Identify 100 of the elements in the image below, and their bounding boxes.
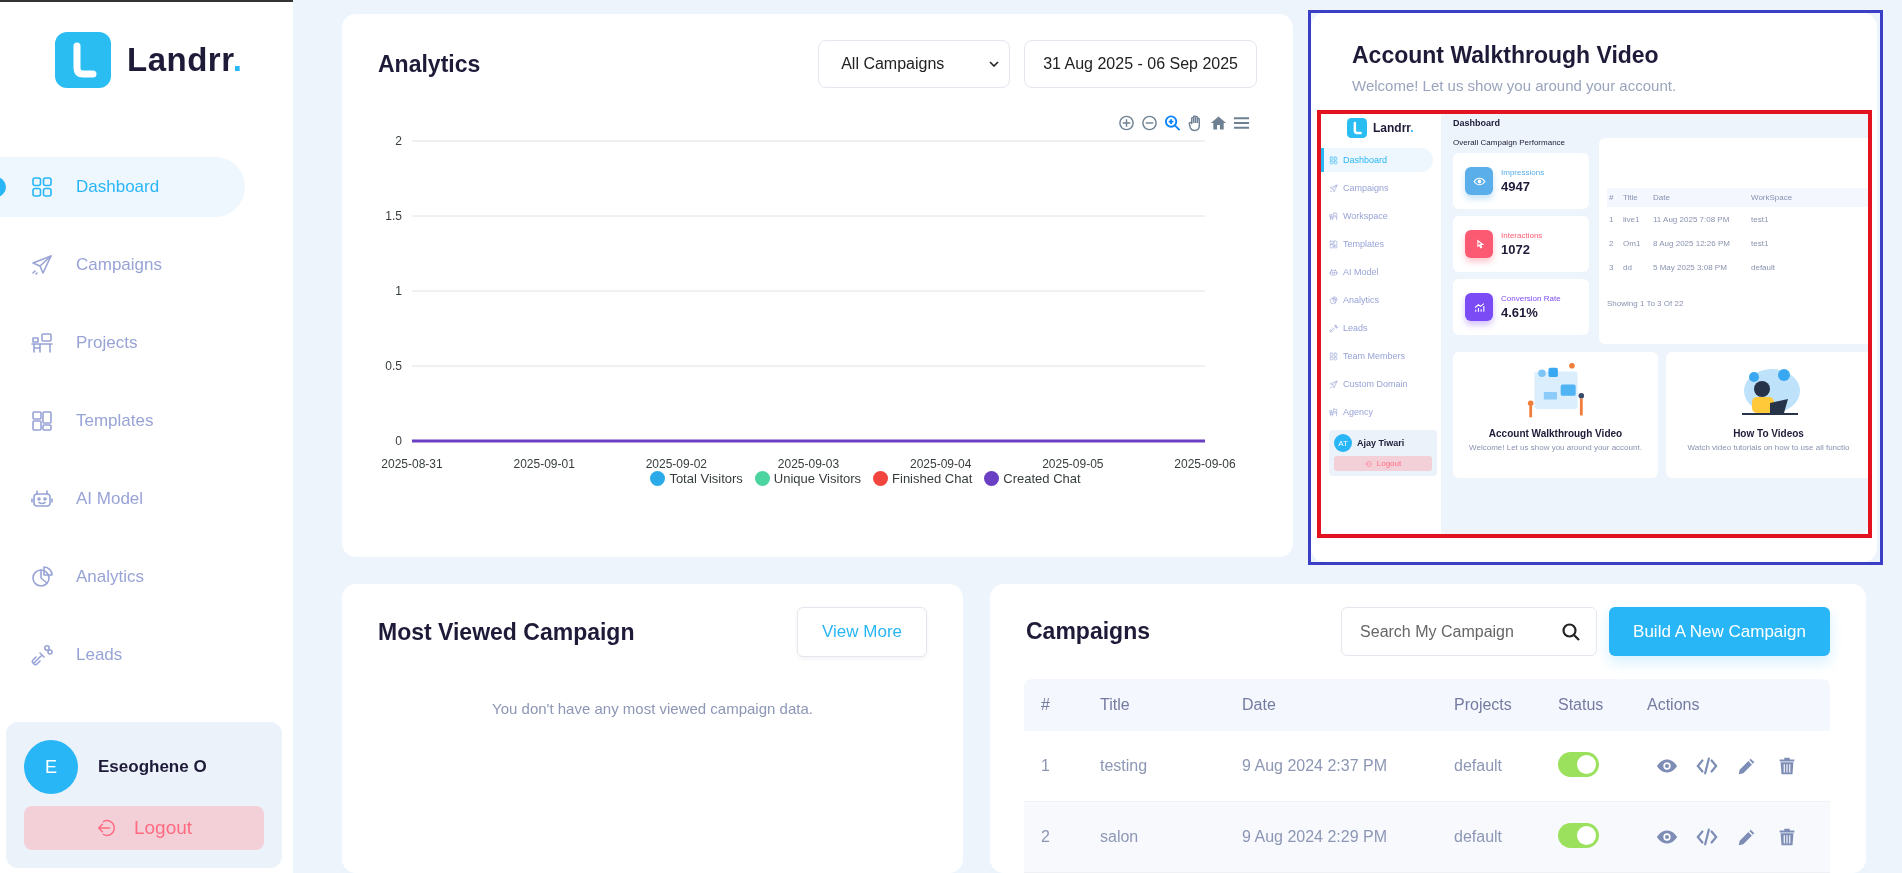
table-cell-text: Om1 <box>1622 238 1642 248</box>
paper-plane-icon <box>1329 379 1338 389</box>
legend-item[interactable]: Total Visitors <box>650 471 743 486</box>
menu-icon[interactable] <box>1233 114 1250 132</box>
stat-value: 1072 <box>1501 242 1531 257</box>
logout-icon <box>1364 459 1373 468</box>
column-header: Title <box>1622 193 1639 202</box>
table-cell-text: testing <box>1100 757 1149 775</box>
table-cell-text: 9 Aug 2024 2:29 PM <box>1242 828 1388 846</box>
y-tick-label: 2 <box>395 134 402 148</box>
view-more-button[interactable]: View More <box>797 607 927 657</box>
nav-item[interactable]: Templates <box>1321 232 1433 256</box>
empty-message: You don't have any most viewed campaign data. <box>491 700 814 717</box>
code-icon[interactable] <box>1695 755 1719 777</box>
nav-item[interactable]: Dashboard <box>1321 148 1433 172</box>
table-cell-text: dd <box>1622 262 1633 272</box>
home-icon[interactable] <box>1210 114 1227 132</box>
table-cell-text: 2 <box>1608 238 1615 248</box>
column-header: Status <box>1558 696 1605 714</box>
nav-item[interactable]: Leads <box>0 625 245 685</box>
nav-item[interactable]: Custom Domain <box>1321 372 1433 396</box>
nav-item[interactable]: Projects <box>0 313 245 373</box>
date-range-field[interactable]: 31 Aug 2025 - 06 Sep 2025 <box>1024 40 1257 88</box>
nav-item[interactable]: Templates <box>0 391 245 451</box>
search-icon[interactable] <box>1561 622 1582 642</box>
nav-item[interactable]: Analytics <box>0 547 245 607</box>
video-card[interactable]: Account Walkthrough Video Welcome! Let us show you around your account. <box>1453 352 1658 478</box>
nav-item[interactable]: Team Members <box>1321 344 1433 368</box>
zoom-in-icon[interactable] <box>1118 114 1135 132</box>
nav-item[interactable]: AI Model <box>1321 260 1433 284</box>
nav-item[interactable]: Campaigns <box>1321 176 1433 200</box>
x-tick-label: 2025-09-02 <box>645 457 708 471</box>
logo-text: Landrr. <box>1373 121 1414 135</box>
avatar: AT <box>1334 434 1352 452</box>
legend-item[interactable]: Unique Visitors <box>754 471 862 486</box>
x-tick-label: 2025-09-04 <box>909 457 972 471</box>
paper-plane-icon <box>1329 183 1338 193</box>
y-tick-label: 0 <box>395 434 402 448</box>
build-campaign-button[interactable]: Build A New Campaign <box>1609 607 1830 656</box>
card-subtitle: Welcome! Let us show you around your account. <box>1351 77 1678 94</box>
table-cell-text: 5 May 2025 3:08 PM <box>1652 262 1728 272</box>
x-tick-label: 2025-09-01 <box>513 457 575 471</box>
column-header: # <box>1608 193 1615 202</box>
table-cell-text: 3 <box>1608 262 1615 272</box>
nav-item[interactable]: Leads <box>1321 316 1433 340</box>
nav-item[interactable]: AI Model <box>0 469 245 529</box>
card-title: How To Videos <box>1733 428 1804 439</box>
grid-icon <box>1329 155 1338 165</box>
nav-item[interactable]: Workspace <box>1321 204 1433 228</box>
table-cell-text: default <box>1454 757 1504 775</box>
search-field[interactable]: Search My Campaign <box>1341 607 1598 656</box>
card-title: Campaigns <box>1026 618 1150 645</box>
nav-item[interactable]: Analytics <box>1321 288 1433 312</box>
x-tick-label: 2025-09-06 <box>1174 457 1236 471</box>
campaign-select[interactable]: All Campaigns <box>818 40 1011 88</box>
desk-icon <box>30 331 54 355</box>
code-icon[interactable] <box>1695 826 1719 848</box>
status-toggle[interactable] <box>1558 751 1599 777</box>
layout-icon <box>1329 239 1338 249</box>
card-title: Account Walkthrough Video <box>1488 428 1623 439</box>
nav-item[interactable]: Agency <box>1321 400 1433 424</box>
legend-item[interactable]: Created Chat <box>984 471 1081 486</box>
table-cell-text: 1 <box>1608 214 1615 224</box>
table-cell-text: live1 <box>1622 214 1641 224</box>
x-tick-label: 2025-09-05 <box>1042 457 1104 471</box>
user-name: Ajay Tiwari <box>1357 438 1405 448</box>
desk-icon <box>1329 407 1338 417</box>
nav-item[interactable]: Dashboard <box>0 157 245 217</box>
logo-icon <box>55 32 111 88</box>
logout-button[interactable]: Logout <box>24 806 264 850</box>
bar-chart-icon <box>1472 300 1486 314</box>
magnet-icon <box>1329 323 1338 333</box>
nav-item[interactable]: Campaigns <box>0 235 245 295</box>
legend-item[interactable]: Finished Chat <box>873 471 973 486</box>
table-cell-text: default <box>1750 262 1777 272</box>
video-card[interactable]: How To Videos Watch video tutorials on how to use all functio <box>1666 352 1868 478</box>
y-tick-label: 0.5 <box>385 359 402 373</box>
table-footer: Showing 1 To 3 Of 22 <box>1607 299 1868 308</box>
zoom-out-icon[interactable] <box>1141 114 1158 132</box>
stat-label: Conversion Rate <box>1501 294 1561 303</box>
status-toggle[interactable] <box>1558 822 1599 848</box>
stat-value: 4.61% <box>1501 305 1539 320</box>
magnifier-icon[interactable] <box>1164 114 1181 132</box>
card-subtitle: Welcome! Let us show you around your account. <box>1469 443 1642 452</box>
table-cell-text: 2 <box>1041 828 1051 846</box>
card-subtitle: Watch video tutorials on how to use all functio <box>1687 443 1850 452</box>
table-cell-text: default <box>1454 828 1504 846</box>
table-cell-text: 9 Aug 2024 2:37 PM <box>1242 757 1388 775</box>
x-tick-label: 2025-08-31 <box>381 457 443 471</box>
logout-button[interactable]: Logout <box>1334 456 1432 471</box>
avatar: E <box>24 740 78 794</box>
logout-icon <box>95 817 118 839</box>
section-title: Overall Campaign Performance <box>1453 138 1567 147</box>
column-header: Date <box>1242 696 1277 714</box>
stat-label: Interactions <box>1501 231 1543 240</box>
table-cell-text: test1 <box>1750 238 1770 248</box>
grid-icon <box>30 175 54 199</box>
page-heading: Dashboard <box>1453 118 1501 130</box>
paper-plane-icon <box>30 253 54 277</box>
card-title: Analytics <box>378 50 481 78</box>
